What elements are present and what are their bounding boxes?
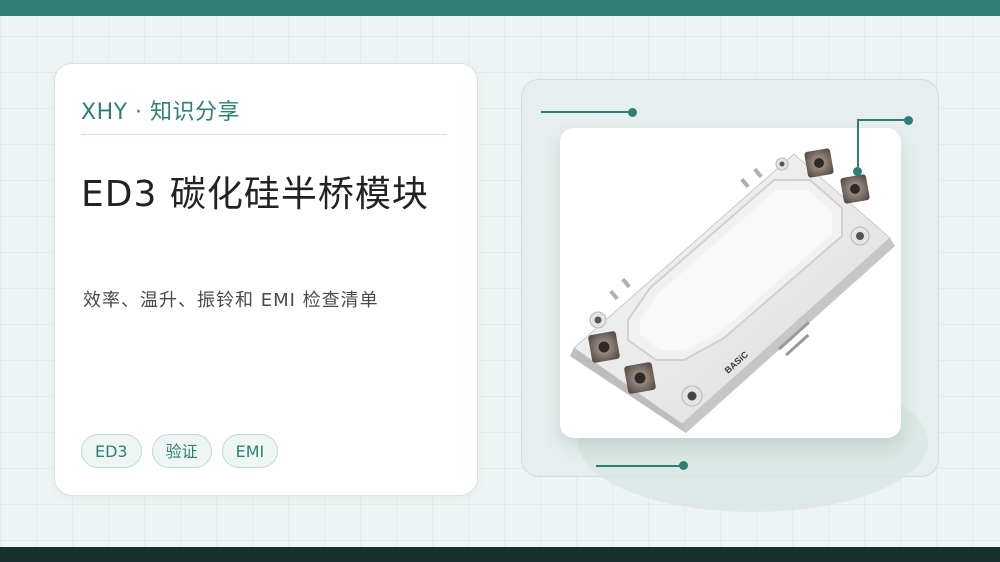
top-accent-bar: [0, 0, 1000, 16]
bottom-bar: [0, 547, 1000, 562]
callout-line-top: [541, 111, 633, 113]
product-photo: BASiC: [560, 128, 901, 438]
sic-module-image: BASiC: [570, 148, 895, 433]
divider: [81, 134, 447, 135]
brand-label: XHY · 知识分享: [81, 100, 241, 125]
tag-ed3[interactable]: ED3: [81, 434, 142, 468]
callout-dot-right-bottom: [853, 167, 862, 176]
page-subtitle: 效率、温升、振铃和 EMI 检查清单: [83, 290, 379, 311]
callout-dot-bottom: [679, 461, 688, 470]
page-title: ED3 碳化硅半桥模块: [81, 174, 429, 215]
callout-dot-top: [628, 108, 637, 117]
tag-list: ED3 验证 EMI: [81, 434, 279, 468]
callout-line-right-v: [857, 119, 859, 171]
tag-emi[interactable]: EMI: [221, 434, 279, 468]
info-card: XHY · 知识分享 ED3 碳化硅半桥模块 效率、温升、振铃和 EMI 检查清…: [54, 63, 478, 496]
tag-verification[interactable]: 验证: [151, 434, 212, 468]
callout-line-right-h: [858, 119, 908, 121]
callout-line-bottom: [596, 465, 684, 467]
callout-dot-right-top: [904, 116, 913, 125]
